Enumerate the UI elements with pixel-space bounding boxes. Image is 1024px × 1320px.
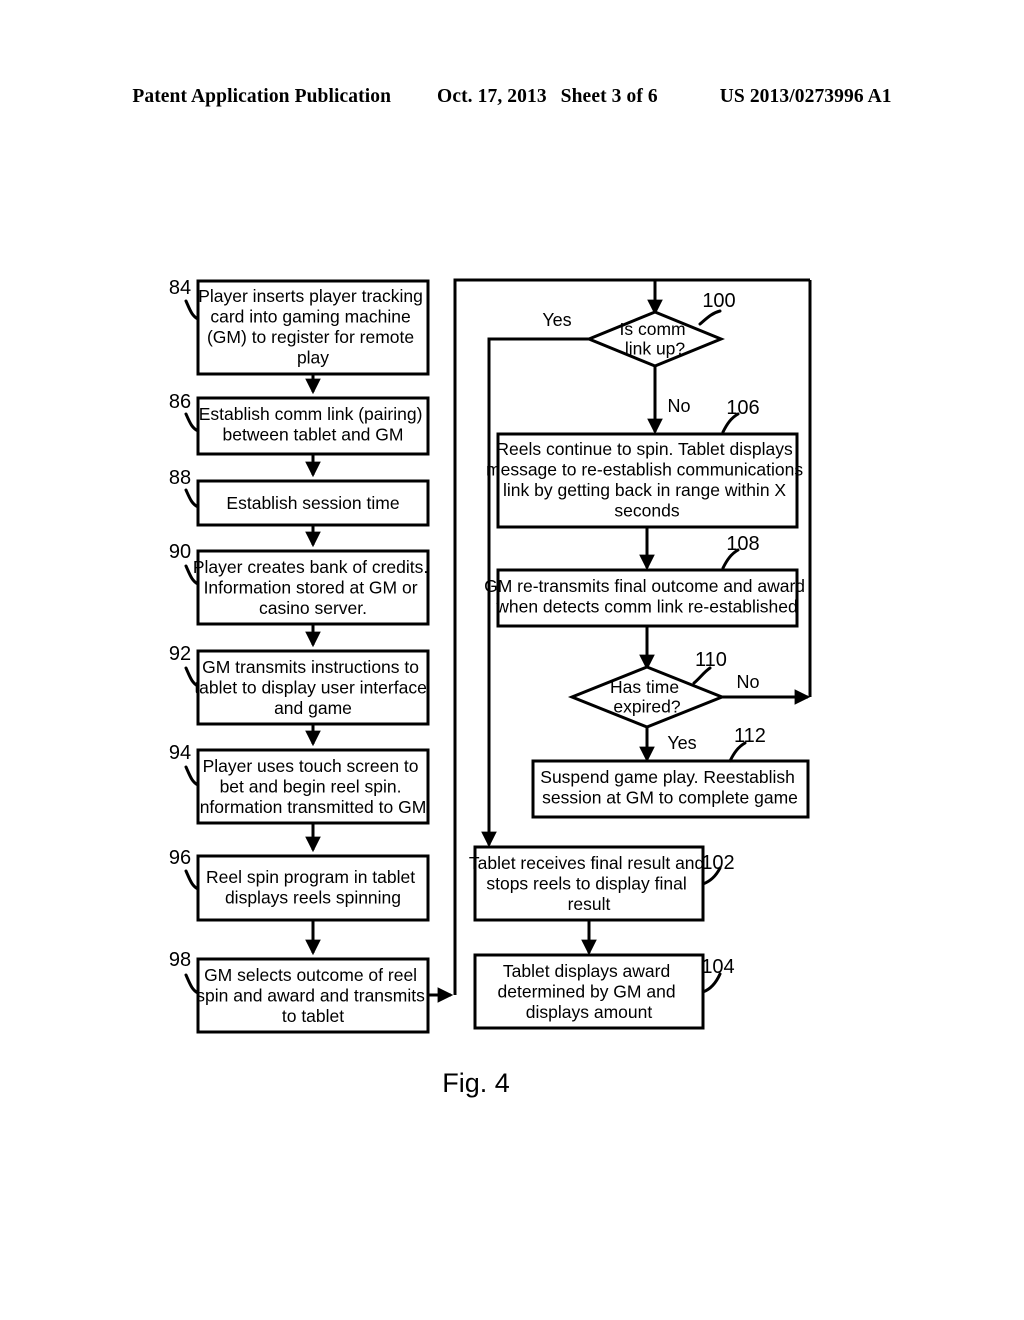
flow-node-98: GM selects outcome of reel spin and awar… [169,949,430,1034]
flow-node-102: Tablet receives final result and stops r… [469,845,735,922]
node-110-line-1: expired? [613,697,680,717]
node-92-line-2: and game [274,698,352,718]
label-comm-yes: Yes [542,310,571,330]
label-comm-no: No [667,396,690,416]
node-104-line-1: determined by GM and [498,982,676,1002]
node-100-line-0: Is comm [620,319,686,339]
flow-node-90: Player creates bank of credits. Informat… [169,541,430,626]
node-102-line-2: result [568,894,611,914]
flow-node-88: Establish session time 88 [169,467,430,527]
ref-96: 96 [169,847,191,869]
branch-time-no: No [722,672,811,705]
ref-108: 108 [726,533,759,555]
node-84-line-3: play [297,348,329,368]
node-104-line-0: Tablet displays award [503,961,670,981]
node-86-line-1: between tablet and GM [223,425,404,445]
node-96-line-0: Reel spin program in tablet [206,867,415,887]
flow-node-110: Has time expired? 110 [567,649,727,729]
svg-text:GM re-transmits final outcome: GM re-transmits final outcome and award … [484,576,810,617]
node-90-line-0: Player creates bank of credits. [193,557,428,577]
node-88-line-0: Establish session time [226,493,399,513]
branch-comm-no: No [647,366,691,435]
node-94-line-0: Player uses touch screen to [203,756,419,776]
svg-text:Is comm link up?: Is comm link up? [620,319,691,359]
node-102-line-0: Tablet receives final result and [469,853,704,873]
svg-text:Establish comm link (pairing): Establish comm link (pairing) between ta… [199,404,428,445]
ref-102: 102 [701,852,734,874]
node-92-line-1: tablet to display user interface [194,678,427,698]
node-94-line-2: Information transmitted to GM. [195,797,431,817]
ref-84: 84 [169,277,191,299]
svg-text:Establish session time: Establish session time [226,493,399,513]
node-100-line-1: link up? [625,339,686,359]
figure-caption: Fig. 4 [442,1068,510,1098]
flow-node-100: Is comm link up? 100 [585,290,736,368]
node-84-line-0: Player inserts player tracking [198,286,423,306]
node-106-line-0: Reels continue to spin. Tablet displays [496,439,793,459]
node-106-line-1: message to re-establish communications [486,460,803,480]
node-102-line-1: stops reels to display final [486,874,686,894]
node-98-line-0: GM selects outcome of reel [204,965,417,985]
ref-110: 110 [695,649,727,671]
flow-node-92: GM transmits instructions to tablet to d… [169,643,430,726]
node-104-line-2: displays amount [526,1002,653,1022]
flow-node-96: Reel spin program in tablet displays ree… [169,847,430,922]
node-106-line-3: seconds [614,501,679,521]
svg-text:Reel spin program in tablet: Reel spin program in tablet displays ree… [206,867,420,908]
flow-node-104: Tablet displays award determined by GM a… [473,953,735,1030]
label-time-no: No [736,672,759,692]
flow-node-94: Player uses touch screen to bet and begi… [169,742,431,825]
flow-node-106: Reels continue to spin. Tablet displays … [486,397,803,529]
node-86-line-0: Establish comm link (pairing) [199,404,423,424]
ref-112: 112 [734,725,766,747]
ref-100: 100 [702,290,735,312]
ref-104: 104 [701,956,734,978]
node-96-line-1: displays reels spinning [225,888,401,908]
svg-text:Player uses touch screen to: Player uses touch screen to bet and begi… [195,756,431,817]
node-90-line-1: Information stored at GM or [204,578,418,598]
node-108-line-0: GM re-transmits final outcome and award [484,576,805,596]
svg-text:Has time expired?: Has time expired? [610,677,684,717]
node-92-line-0: GM transmits instructions to [202,657,419,677]
ref-86: 86 [169,391,191,413]
node-84-line-1: card into gaming machine [210,307,410,327]
node-94-line-1: bet and begin reel spin. [220,777,402,797]
flow-node-86: Establish comm link (pairing) between ta… [169,391,430,456]
node-90-line-2: casino server. [259,598,367,618]
label-time-yes: Yes [667,733,696,753]
ref-106: 106 [726,397,759,419]
node-112-line-0: Suspend game play. Reestablish [540,767,795,787]
patent-drawing-page: Patent Application Publication Oct. 17, … [0,0,1024,1320]
ref-90: 90 [169,541,191,563]
node-106-line-2: link by getting back in range within X [503,480,786,500]
branch-time-yes: Yes [639,727,697,763]
flowchart-figure: Player inserts player tracking card into… [169,277,812,1098]
node-98-line-2: to tablet [282,1006,344,1026]
svg-text:Suspend game play. Reestablis: Suspend game play. Reestablish session a… [540,767,799,808]
ref-88: 88 [169,467,191,489]
node-108-line-1: when detects comm link re-established [495,597,798,617]
node-112-line-1: session at GM to complete game [542,788,798,808]
node-84-line-2: (GM) to register for remote [207,327,414,347]
ref-92: 92 [169,643,191,665]
ref-94: 94 [169,742,191,764]
flow-node-84: Player inserts player tracking card into… [169,277,430,376]
node-98-line-1: spin and award and transmits [196,986,425,1006]
node-110-line-0: Has time [610,677,679,697]
ref-98: 98 [169,949,191,971]
